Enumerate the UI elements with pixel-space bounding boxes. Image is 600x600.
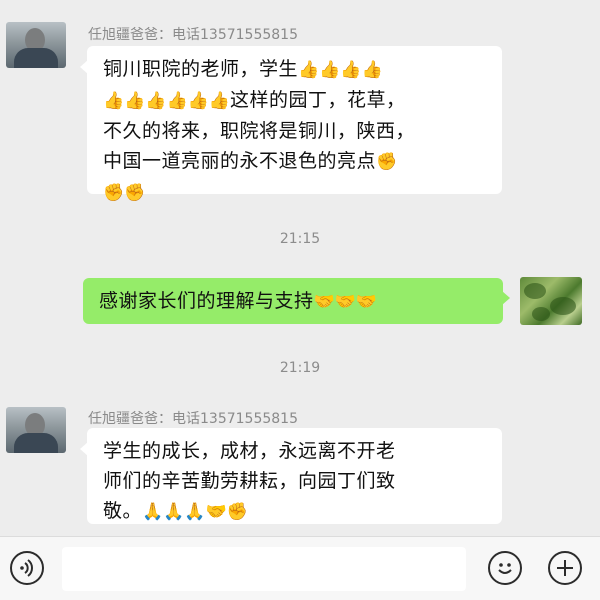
avatar-body (14, 48, 58, 68)
fist-emoji: ✊ (376, 152, 398, 172)
sender-avatar[interactable] (6, 22, 66, 68)
emoji-icon (498, 563, 512, 574)
handshake-emoji: 🤝🤝🤝 (313, 292, 378, 312)
sender-name: 任旭疆爸爸：电话13571555815 (88, 27, 298, 43)
avatar-foliage (550, 297, 576, 315)
emoji-icon[interactable] (488, 551, 522, 585)
avatar-body (14, 433, 58, 453)
message-line: 👍👍👍👍👍👍这样的园丁，花草， (103, 85, 490, 116)
avatar-foliage (524, 283, 546, 299)
thumbs-up-emoji: 👍👍👍👍👍👍 (103, 91, 231, 111)
message-line: ✊✊ (103, 177, 490, 208)
message-line: 铜川职院的老师，学生👍👍👍👍 (103, 54, 490, 85)
message-line: 不久的将来，职院将是铜川，陕西， (103, 120, 416, 142)
pray-emoji: 🙏🙏🙏🤝✊ (142, 502, 248, 522)
sender-name: 任旭疆爸爸：电话13571555815 (88, 411, 298, 427)
fist-emoji: ✊✊ (103, 183, 146, 203)
message-text: 铜川职院的老师，学生 (103, 58, 299, 80)
outgoing-message-bubble[interactable]: 感谢家长们的理解与支持🤝🤝🤝 (83, 278, 510, 324)
message-line: 师们的辛苦勤劳耕耘，向园丁们致 (103, 470, 396, 492)
chat-area[interactable]: 任旭疆爸爸：电话13571555815 铜川职院的老师，学生👍👍👍👍 👍👍👍👍👍… (0, 0, 600, 536)
incoming-message-bubble[interactable]: 学生的成长，成材，永远离不开老 师们的辛苦勤劳耕耘，向园丁们致 敬。🙏🙏🙏🤝✊ (80, 428, 502, 527)
avatar-foliage (532, 307, 550, 321)
message-text: 这样的园丁，花草， (230, 89, 406, 111)
sender-avatar[interactable] (6, 407, 66, 453)
plus-icon (557, 560, 573, 576)
incoming-message-bubble[interactable]: 铜川职院的老师，学生👍👍👍👍 👍👍👍👍👍👍这样的园丁，花草， 不久的将来，职院将… (80, 46, 502, 203)
voice-icon[interactable] (10, 551, 44, 585)
input-bar (0, 536, 600, 600)
message-line: 敬。🙏🙏🙏🤝✊ (103, 496, 490, 527)
plus-icon[interactable] (548, 551, 582, 585)
message-text: 中国一道亮丽的永不退色的亮点 (103, 150, 377, 172)
timestamp: 21:19 (279, 360, 321, 376)
message-line: 中国一道亮丽的永不退色的亮点✊ (103, 146, 490, 177)
thumbs-up-emoji: 👍👍👍👍 (298, 60, 383, 80)
message-line: 学生的成长，成材，永远离不开老 (103, 440, 396, 462)
message-text: 敬。 (103, 500, 143, 522)
my-avatar[interactable] (520, 277, 582, 325)
message-text: 感谢家长们的理解与支持 (99, 290, 314, 312)
timestamp: 21:15 (279, 231, 321, 247)
voice-icon (20, 559, 33, 577)
message-input[interactable] (62, 547, 466, 591)
